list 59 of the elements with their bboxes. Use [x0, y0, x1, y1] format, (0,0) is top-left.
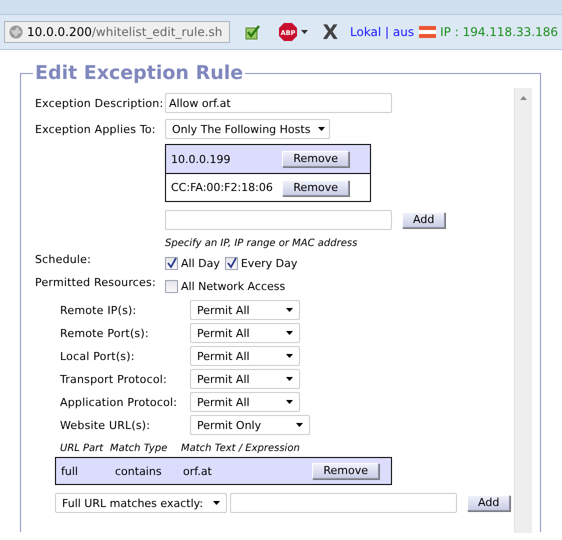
url-input-field[interactable]	[230, 493, 457, 513]
table-cell-text: full	[61, 464, 79, 478]
url-text: 10.0.0.200/whitelist_edit_rule.sh	[27, 25, 222, 39]
dropdown-caret-icon	[286, 400, 293, 404]
scroll-up-arrow-icon[interactable]	[520, 96, 527, 100]
checkmark-icon[interactable]	[244, 24, 261, 40]
resource-dropdown[interactable]: Permit All	[190, 323, 300, 343]
flag-icon	[419, 26, 436, 38]
field-label: Exception Applies To:	[35, 122, 157, 136]
dropdown-caret-icon	[296, 423, 303, 427]
field-label: Exception Description:	[35, 96, 164, 110]
address-bar[interactable]: 10.0.0.200/whitelist_edit_rule.sh	[4, 21, 230, 43]
dropdown-caret-icon	[286, 331, 293, 335]
globe-icon	[9, 25, 23, 39]
checkbox[interactable]	[165, 257, 178, 270]
column-header: URL Part	[60, 443, 104, 454]
resource-dropdown[interactable]: Permit All	[190, 346, 300, 366]
status-text[interactable]: Lokal | aus	[350, 25, 414, 39]
field-label: Schedule:	[35, 253, 92, 266]
dropdown-caret-icon	[286, 354, 293, 358]
remove-button[interactable]: Remove	[282, 180, 349, 196]
field-label: Remote Port(s):	[60, 326, 150, 340]
url-match-dropdown[interactable]: Full URL matches exactly:	[55, 493, 227, 513]
field-label: Transport Protocol:	[60, 372, 168, 386]
add-button[interactable]: Add	[467, 495, 510, 511]
dropdown-caret-icon	[318, 127, 326, 131]
field-label: Website URL(s):	[60, 418, 152, 432]
dropdown-caret-icon	[213, 501, 220, 505]
column-header: Match Text / Expression	[181, 443, 300, 454]
remove-button[interactable]: Remove	[312, 463, 379, 479]
ip-address-text: IP : 194.118.33.186	[440, 25, 558, 39]
resource-dropdown[interactable]: Permit All	[190, 392, 300, 412]
resource-dropdown[interactable]: Permit All	[190, 369, 300, 389]
resource-dropdown[interactable]: Permit Only	[190, 415, 310, 435]
host-address: CC:FA:00:F2:18:06	[171, 181, 273, 194]
checkbox-label: All Day	[181, 257, 220, 270]
dropdown-caret-icon	[286, 377, 293, 381]
close-button[interactable]: X	[322, 22, 338, 42]
checkbox-label: All Network Access	[181, 280, 286, 293]
field-label: Local Port(s):	[60, 350, 136, 362]
checkbox-label: Every Day	[240, 257, 298, 270]
remove-button[interactable]: Remove	[282, 151, 349, 167]
host-input-field[interactable]	[165, 210, 392, 230]
field-label: Permitted Resources:	[35, 276, 157, 289]
description-input-field[interactable]: Allow orf.at	[165, 93, 392, 113]
resource-dropdown[interactable]: Permit All	[190, 300, 300, 320]
add-button[interactable]: Add	[402, 212, 446, 228]
checkbox[interactable]	[224, 257, 238, 270]
hint-text: Specify an IP, IP range or MAC address	[165, 238, 358, 249]
field-label: Remote IP(s):	[60, 304, 138, 316]
table-cell-text: contains	[115, 464, 163, 478]
table-cell-text: orf.at	[183, 464, 213, 478]
dropdown-caret-icon	[286, 308, 293, 312]
applies-to-dropdown[interactable]: Only The Following Hosts	[165, 119, 330, 139]
checkbox[interactable]	[165, 280, 178, 293]
field-label: Application Protocol:	[60, 396, 178, 408]
host-address: 10.0.0.199	[171, 152, 230, 166]
column-header: Match Type	[110, 443, 168, 454]
panel-title: Edit Exception Rule	[34, 62, 244, 84]
